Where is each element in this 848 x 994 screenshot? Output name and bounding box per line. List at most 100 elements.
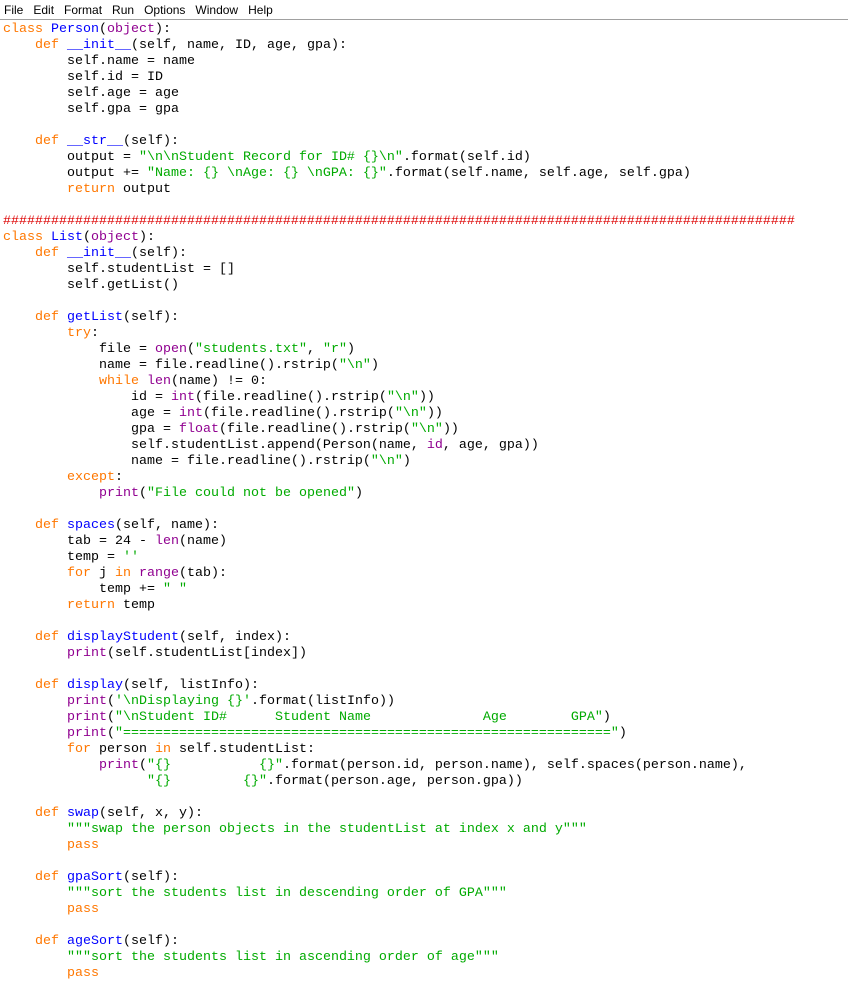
keyword-token: class [3,22,43,37]
menu-help[interactable]: Help [243,0,278,20]
code-line[interactable] [3,662,848,678]
code-line[interactable]: def __init__(self): [3,246,848,262]
code-token: (self): [123,310,179,325]
code-line[interactable]: gpa = float(file.readline().rstrip("\n")… [3,422,848,438]
code-line[interactable]: self.getList() [3,278,848,294]
code-line[interactable]: name = file.readline().rstrip("\n") [3,358,848,374]
code-line[interactable]: """swap the person objects in the studen… [3,822,848,838]
code-token: ) [354,486,363,501]
string-token: """sort the students list in ascending o… [67,950,499,965]
code-line[interactable]: print("{} {}".format(person.id, person.n… [3,758,848,774]
code-line[interactable]: class Person(object): [3,22,848,38]
code-token: temp [115,598,155,613]
string-token: "r" [322,342,347,357]
code-line[interactable]: self.age = age [3,86,848,102]
code-line[interactable]: try: [3,326,848,342]
menu-edit[interactable]: Edit [28,0,59,20]
code-token: self.name = name [3,54,195,69]
code-token: (self): [123,934,179,949]
code-line[interactable]: def displayStudent(self, index): [3,630,848,646]
code-token: , [306,342,323,357]
code-line[interactable]: temp = '' [3,550,848,566]
code-line[interactable]: self.gpa = gpa [3,102,848,118]
code-line[interactable]: age = int(file.readline().rstrip("\n")) [3,406,848,422]
code-token: (file.readline().rstrip( [194,390,387,405]
code-line[interactable] [3,118,848,134]
menu-window[interactable]: Window [190,0,243,20]
code-line[interactable]: self.id = ID [3,70,848,86]
code-line[interactable]: def getList(self): [3,310,848,326]
code-line[interactable]: def __init__(self, name, ID, age, gpa): [3,38,848,54]
code-line[interactable] [3,918,848,934]
code-token: : [91,326,99,341]
code-line[interactable]: file = open("students.txt", "r") [3,342,848,358]
code-line[interactable]: return output [3,182,848,198]
keyword-token: def [35,134,59,149]
code-line[interactable]: pass [3,902,848,918]
code-line[interactable]: tab = 24 - len(name) [3,534,848,550]
code-line[interactable]: temp += " " [3,582,848,598]
code-line[interactable]: def ageSort(self): [3,934,848,950]
code-line[interactable] [3,854,848,870]
code-line[interactable]: """sort the students list in ascending o… [3,950,848,966]
code-line[interactable]: self.studentList.append(Person(name, id,… [3,438,848,454]
menu-bar: File Edit Format Run Options Window Help [0,0,848,20]
code-line[interactable] [3,294,848,310]
code-line[interactable]: pass [3,966,848,982]
code-line[interactable]: self.name = name [3,54,848,70]
code-line[interactable]: self.studentList = [] [3,262,848,278]
code-line[interactable]: output = "\n\nStudent Record for ID# {}\… [3,150,848,166]
code-token: self.id = ID [3,70,163,85]
code-token: id = [3,390,171,405]
code-line[interactable]: id = int(file.readline().rstrip("\n")) [3,390,848,406]
code-line[interactable]: output += "Name: {} \nAge: {} \nGPA: {}"… [3,166,848,182]
code-editor[interactable]: class Person(object): def __init__(self,… [0,22,848,994]
code-token: (self, name): [115,518,219,533]
code-line[interactable]: print(self.studentList[index]) [3,646,848,662]
menu-file[interactable]: File [0,0,28,20]
code-line[interactable]: name = file.readline().rstrip("\n") [3,454,848,470]
string-token: '\nDisplaying {}' [115,694,251,709]
code-line[interactable] [3,790,848,806]
code-line[interactable]: for person in self.studentList: [3,742,848,758]
code-line[interactable]: print('\nDisplaying {}'.format(listInfo)… [3,694,848,710]
code-line[interactable]: print("=================================… [3,726,848,742]
definition-name-token: __init__ [67,246,131,261]
code-line[interactable]: print("\nStudent ID# Student Name Age GP… [3,710,848,726]
code-line[interactable]: return temp [3,598,848,614]
code-token: self.studentList.append(Person(name, [3,438,427,453]
code-token: , age, gpa)) [442,438,539,453]
code-line[interactable]: while len(name) != 0: [3,374,848,390]
code-line[interactable]: def gpaSort(self): [3,870,848,886]
code-line[interactable]: for j in range(tab): [3,566,848,582]
code-line[interactable]: print("File could not be opened") [3,486,848,502]
code-line[interactable]: ########################################… [3,214,848,230]
code-token: ( [107,694,115,709]
menu-run[interactable]: Run [107,0,139,20]
code-line[interactable]: """sort the students list in descending … [3,886,848,902]
code-line[interactable]: pass [3,838,848,854]
menu-format[interactable]: Format [59,0,107,20]
code-line[interactable] [3,198,848,214]
builtin-token: float [178,422,219,437]
code-token: (tab): [179,566,227,581]
code-line[interactable]: def swap(self, x, y): [3,806,848,822]
code-line[interactable]: def display(self, listInfo): [3,678,848,694]
definition-name-token: displayStudent [67,630,179,645]
code-text-area[interactable]: class Person(object): def __init__(self,… [0,22,848,982]
code-line[interactable]: except: [3,470,848,486]
code-line[interactable] [3,502,848,518]
menu-options[interactable]: Options [139,0,190,20]
code-token: )) [426,406,443,421]
code-line[interactable]: def spaces(self, name): [3,518,848,534]
code-line[interactable]: class List(object): [3,230,848,246]
code-line[interactable]: def __str__(self): [3,134,848,150]
code-line[interactable]: "{} {}".format(person.age, person.gpa)) [3,774,848,790]
code-line[interactable] [3,614,848,630]
